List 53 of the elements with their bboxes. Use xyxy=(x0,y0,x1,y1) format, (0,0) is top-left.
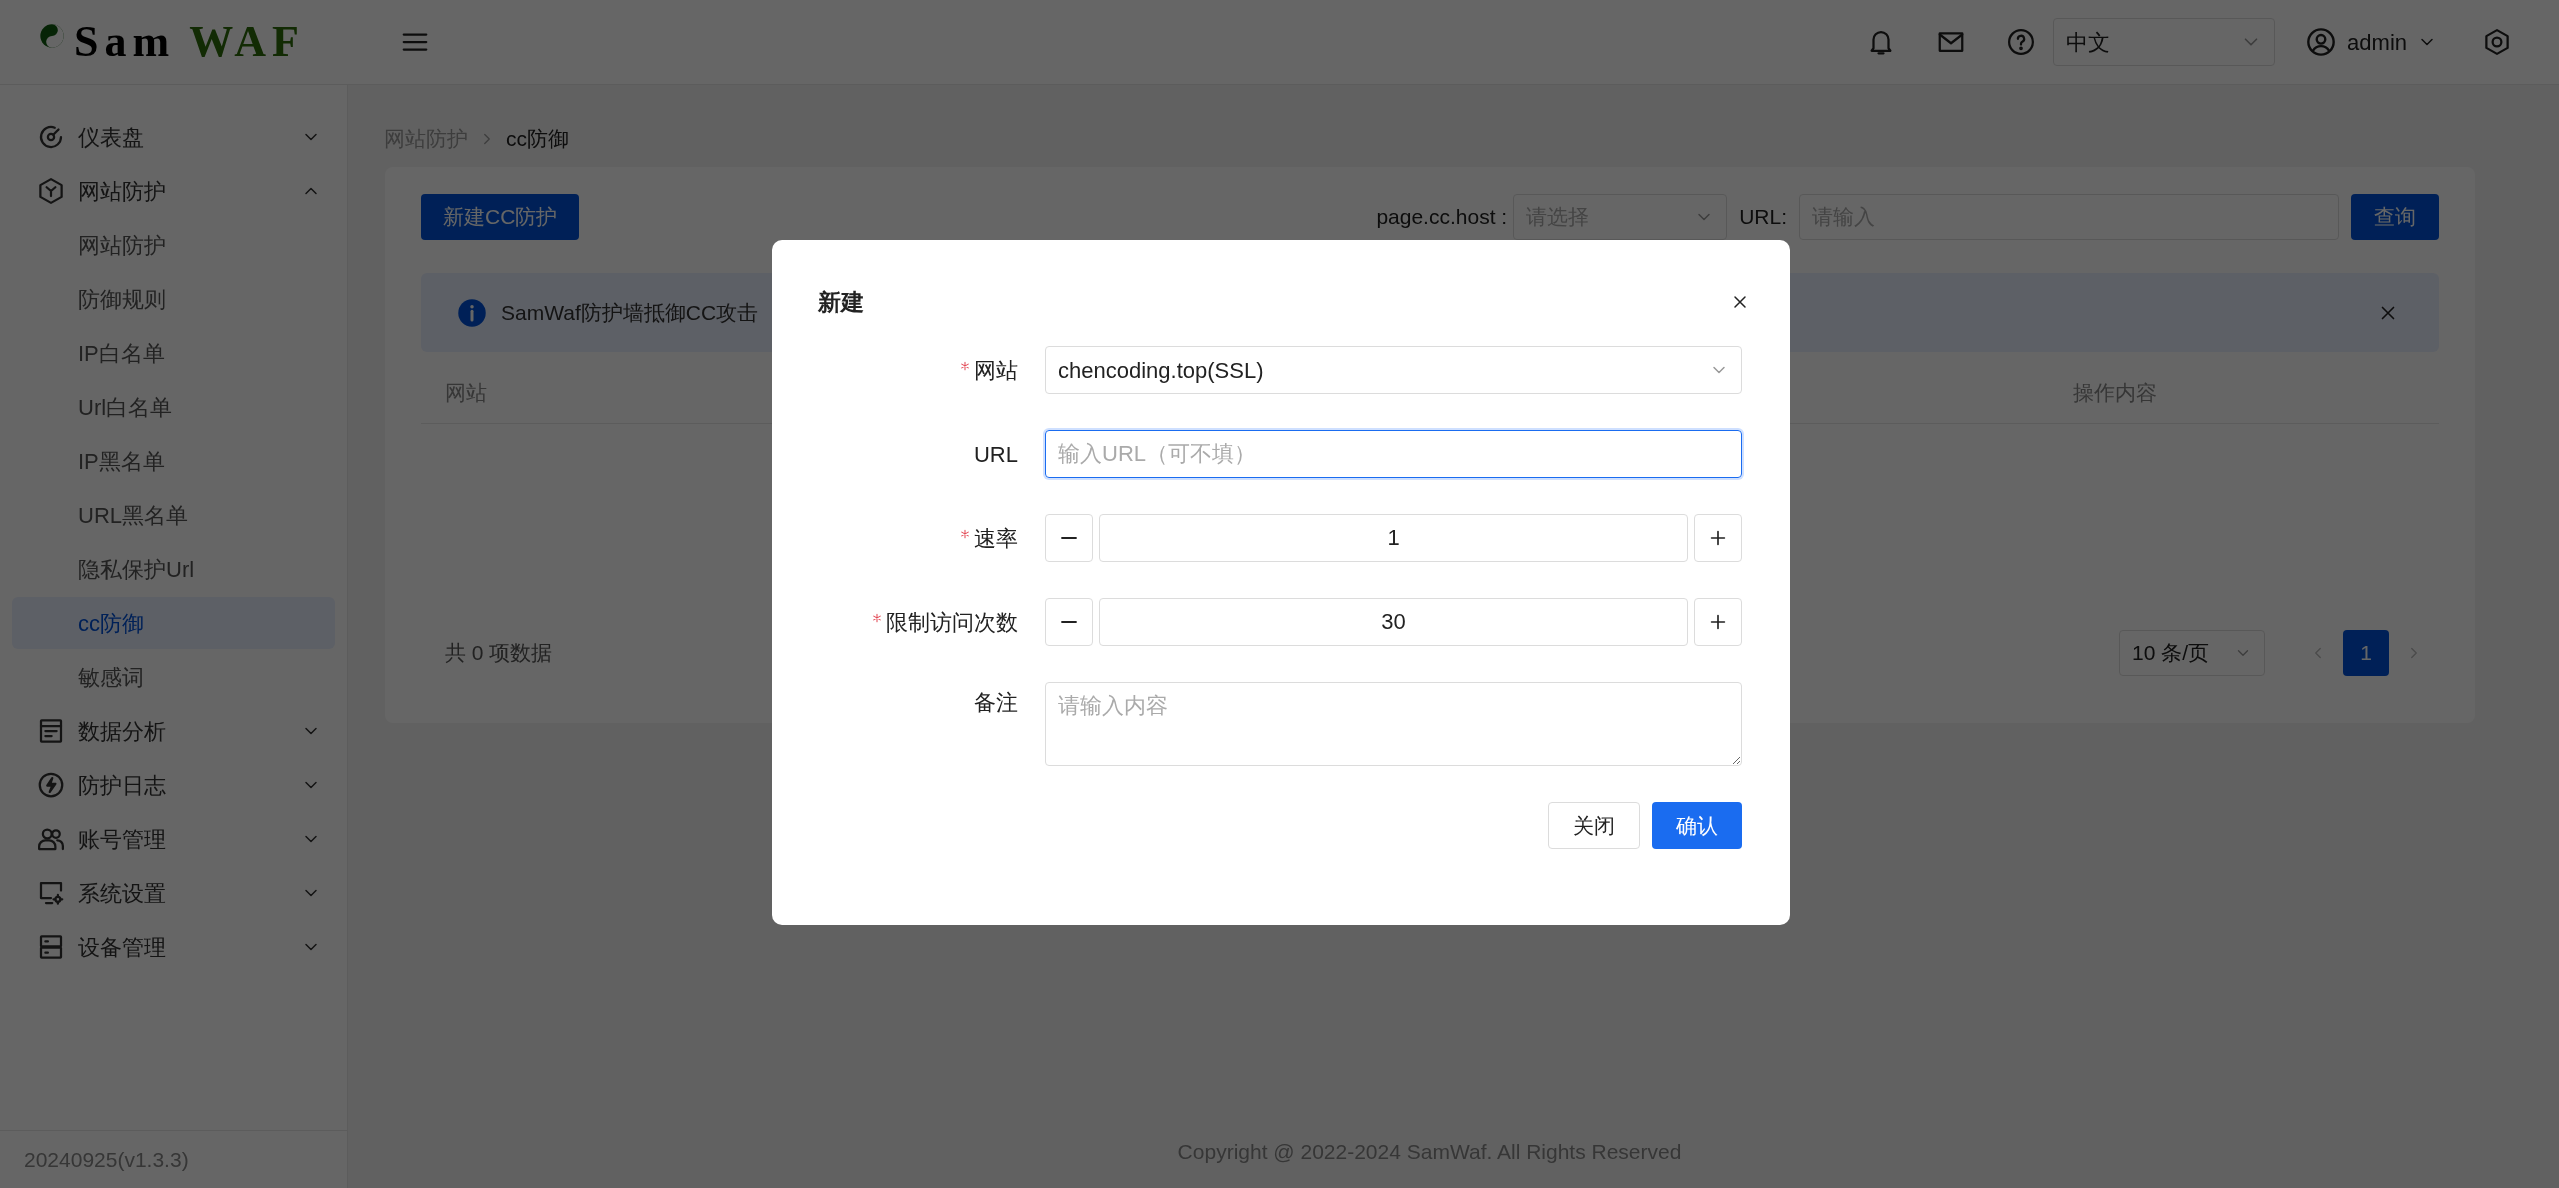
number-field[interactable]: 30 xyxy=(1099,598,1688,646)
dialog-button[interactable]: 确认 xyxy=(1652,802,1742,849)
minus-icon xyxy=(1060,620,1078,624)
nav-item[interactable]: cc防御 xyxy=(12,597,335,649)
nav-group[interactable]: 设备管理 xyxy=(0,920,347,974)
minus-icon xyxy=(1060,536,1078,540)
nav-item[interactable]: 防御规则 xyxy=(12,273,335,325)
nav-item[interactable]: IP黑名单 xyxy=(12,435,335,487)
nav-group[interactable]: 网站防护 xyxy=(0,164,347,218)
nav-group[interactable]: 系统设置 xyxy=(0,866,347,920)
user-icon xyxy=(2305,26,2338,58)
info-icon xyxy=(457,297,487,328)
nav-group[interactable]: 数据分析 xyxy=(0,704,347,758)
nav-item[interactable]: 敏感词 xyxy=(12,651,335,703)
help-icon xyxy=(2006,27,2037,57)
nav-group[interactable]: 防护日志 xyxy=(0,758,347,812)
search-button[interactable]: 查询 xyxy=(2351,194,2439,240)
breadcrumb-item[interactable]: cc防御 xyxy=(506,123,569,155)
nav-group[interactable]: 仪表盘 xyxy=(0,110,347,164)
page-button[interactable]: 1 xyxy=(2343,630,2389,676)
remark-field[interactable]: 请输入内容 xyxy=(1045,682,1742,766)
language-value: 中文 xyxy=(2066,28,2111,57)
url-label: URL: xyxy=(1739,204,1787,231)
page-size-select[interactable]: 10 条/页 xyxy=(2119,630,2265,676)
url-field[interactable]: 输入URL（可不填） xyxy=(1045,430,1742,478)
dialog-button[interactable]: 关闭 xyxy=(1548,802,1640,849)
increment-button[interactable] xyxy=(1694,598,1742,646)
nav-item[interactable]: 网站防护 xyxy=(12,219,335,271)
hexagon-icon xyxy=(36,176,66,206)
nav-item[interactable]: Url白名单 xyxy=(12,381,335,433)
field-label: 备注 xyxy=(974,688,1018,717)
yin-yang-icon xyxy=(38,22,66,50)
nav-group[interactable]: 账号管理 xyxy=(0,812,347,866)
increment-button[interactable] xyxy=(1694,514,1742,562)
dialog-title: 新建 xyxy=(818,287,864,317)
language-select[interactable]: 中文 xyxy=(2053,18,2276,66)
lightning-icon xyxy=(36,770,66,800)
nav-item[interactable]: URL黑名单 xyxy=(12,489,335,541)
number-field[interactable]: 1 xyxy=(1099,514,1688,562)
logo-text: Sam WAF xyxy=(74,20,306,64)
nav-item[interactable]: IP白名单 xyxy=(12,327,335,379)
nav-item[interactable]: 隐私保护Url xyxy=(12,543,335,595)
total-count: 共 0 项数据 xyxy=(445,640,553,667)
field-label: 限制访问次数 xyxy=(886,608,1018,637)
alert-text: SamWaf防护墙抵御CC攻击 xyxy=(501,299,759,326)
field-label: 速率 xyxy=(974,524,1018,553)
new-cc-button[interactable]: 新建CC防护 xyxy=(421,194,580,240)
user-menu[interactable]: admin xyxy=(2299,18,2443,66)
site-select[interactable]: chencoding.top(SSL) xyxy=(1045,346,1742,394)
settings-icon xyxy=(2482,27,2512,57)
field-label: URL xyxy=(974,440,1018,469)
host-label: page.cc.host : xyxy=(1376,204,1508,231)
field-label: 网站 xyxy=(974,356,1018,385)
